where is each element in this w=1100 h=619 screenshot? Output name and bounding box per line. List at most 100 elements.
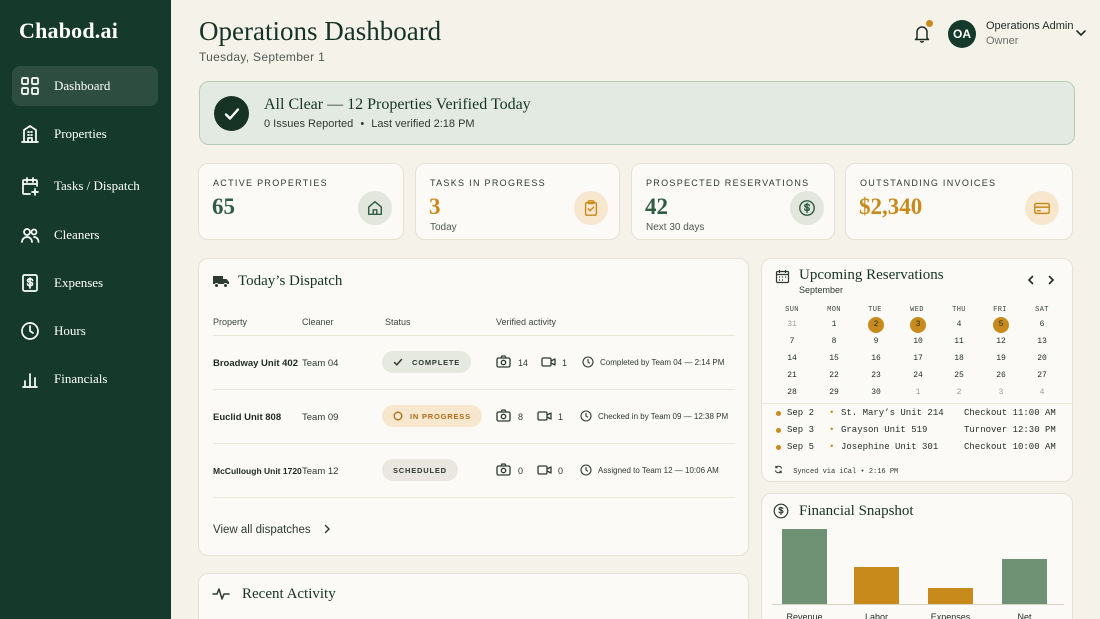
brand-logo[interactable]: Chabod.ai xyxy=(19,18,118,44)
nav-item-hours[interactable]: Hours xyxy=(12,311,158,351)
reservation-dot xyxy=(776,428,781,433)
stat-card-active-properties[interactable]: ACTIVE PROPERTIES 65 xyxy=(198,163,404,240)
calendar-day[interactable]: 16 xyxy=(868,351,884,367)
calendar-plus-icon xyxy=(20,176,40,196)
stat-note: Today xyxy=(430,222,457,233)
calendar-day[interactable]: 30 xyxy=(868,385,884,401)
weekday-header: THU xyxy=(952,306,966,314)
calendar-day[interactable]: 8 xyxy=(826,334,842,350)
bar-revenue[interactable] xyxy=(782,529,827,604)
avatar[interactable]: OA xyxy=(948,20,976,48)
last-verified: Last verified 2:18 PM xyxy=(371,118,475,130)
table-row[interactable]: Euclid Unit 808 Team 09 IN PROGRESS 8 1 … xyxy=(213,389,735,443)
bar-labor[interactable] xyxy=(854,567,899,604)
calendar-day[interactable]: 21 xyxy=(784,368,800,384)
video-icon xyxy=(541,357,556,367)
nav-item-label: Cleaners xyxy=(54,227,100,242)
nav-item-tasks-dispatch[interactable]: Tasks / Dispatch xyxy=(12,166,158,206)
activity-note: Assigned to Team 12 — 10:06 AM xyxy=(598,466,719,475)
calendar-day[interactable]: 11 xyxy=(951,334,967,350)
calendar-day[interactable]: 4 xyxy=(951,317,967,333)
table-row[interactable]: McCullough Unit 1720 Team 12 SCHEDULED 0… xyxy=(213,443,735,497)
calendar-day[interactable]: 23 xyxy=(868,368,884,384)
calendar-day[interactable]: 5 xyxy=(993,317,1009,333)
users-icon xyxy=(20,225,40,245)
calendar-day[interactable]: 12 xyxy=(993,334,1009,350)
calendar-day[interactable]: 9 xyxy=(868,334,884,350)
calendar-day[interactable]: 22 xyxy=(826,368,842,384)
calendar-day[interactable]: 4 xyxy=(1034,385,1050,401)
bar-net[interactable] xyxy=(1002,559,1047,604)
column-header-cleaner[interactable]: Cleaner xyxy=(302,317,334,327)
stat-card-prospected-reservations[interactable]: PROSPECTED RESERVATIONS 42 Next 30 days xyxy=(631,163,835,240)
stat-card-outstanding-invoices[interactable]: OUTSTANDING INVOICES $2,340 xyxy=(845,163,1073,240)
nav-item-properties[interactable]: Properties xyxy=(12,114,158,154)
calendar-day[interactable]: 28 xyxy=(784,385,800,401)
calendar-day[interactable]: 13 xyxy=(1034,334,1050,350)
house-icon xyxy=(358,191,392,225)
stat-card-tasks-in-progress[interactable]: TASKS IN PROGRESS 3 Today xyxy=(415,163,620,240)
column-header-verified-activity[interactable]: Verified activity xyxy=(496,317,556,327)
sync-text: Synced via iCal • 2:16 PM xyxy=(793,468,899,476)
calendar-day[interactable]: 18 xyxy=(951,351,967,367)
chevron-down-icon[interactable] xyxy=(1075,27,1087,39)
calendar-day[interactable]: 29 xyxy=(826,385,842,401)
calendar-day[interactable]: 2 xyxy=(951,385,967,401)
calendar-day[interactable]: 26 xyxy=(993,368,1009,384)
calendar-day[interactable]: 15 xyxy=(826,351,842,367)
page-date: Tuesday, September 1 xyxy=(199,50,326,64)
table-row[interactable]: Broadway Unit 402 Team 04 COMPLETE 14 1 … xyxy=(213,335,735,389)
photo-count: 8 xyxy=(518,412,524,422)
bar-chart-icon xyxy=(20,369,40,389)
nav-item-dashboard[interactable]: Dashboard xyxy=(12,66,158,106)
calendar-day[interactable]: 20 xyxy=(1034,351,1050,367)
status-badge: COMPLETE xyxy=(382,351,472,373)
calendar-day[interactable]: 3 xyxy=(993,385,1009,401)
user-name[interactable]: Operations Admin xyxy=(986,20,1073,32)
financial-panel: Financial Snapshot Revenue Labor Expenses N… xyxy=(761,493,1073,619)
column-header-status[interactable]: Status xyxy=(385,317,411,327)
calendar-day[interactable]: 6 xyxy=(1034,317,1050,333)
calendar-day[interactable]: 17 xyxy=(910,351,926,367)
bar-expenses[interactable] xyxy=(928,587,973,604)
calendar-day[interactable]: 2 xyxy=(868,317,884,333)
calendar-day[interactable]: 31 xyxy=(784,317,800,333)
calendar-day[interactable]: 27 xyxy=(1034,368,1050,384)
column-header-property[interactable]: Property xyxy=(213,317,247,327)
grid-icon xyxy=(20,76,40,96)
reservation-event: Checkout 11:00 AM xyxy=(964,408,1056,418)
property-name: Broadway Unit 402 xyxy=(213,358,298,369)
camera-icon xyxy=(496,463,511,476)
calendar-day[interactable]: 10 xyxy=(910,334,926,350)
reservation-bullet: • xyxy=(829,425,835,435)
calendar-day[interactable]: 24 xyxy=(910,368,926,384)
status-badge: IN PROGRESS xyxy=(382,405,482,427)
weekday-header: MON xyxy=(827,306,841,314)
nav-item-label: Properties xyxy=(54,126,107,141)
property-name: Euclid Unit 808 xyxy=(213,412,282,423)
nav-item-expenses[interactable]: Expenses xyxy=(12,263,158,303)
nav-item-financials[interactable]: Financials xyxy=(12,359,158,399)
reservation-date: Sep 2 xyxy=(787,408,815,418)
calendar-day[interactable]: 25 xyxy=(951,368,967,384)
view-all-dispatches-link[interactable]: View all dispatches xyxy=(213,524,332,536)
calendar-day[interactable]: 14 xyxy=(784,351,800,367)
clock-icon xyxy=(20,321,40,341)
calendar-day[interactable]: 7 xyxy=(784,334,800,350)
nav-item-cleaners[interactable]: Cleaners xyxy=(12,215,158,255)
status-banner: All Clear — 12 Properties Verified Today… xyxy=(199,81,1075,145)
building-icon xyxy=(20,124,40,144)
chevron-right-icon[interactable] xyxy=(1046,275,1056,285)
calendar-day[interactable]: 19 xyxy=(993,351,1009,367)
calendar-day[interactable]: 3 xyxy=(910,317,926,333)
weekday-header: FRI xyxy=(993,306,1007,314)
dispatch-title: Today’s Dispatch xyxy=(238,273,343,289)
dollar-circle-icon xyxy=(773,503,789,519)
reservation-unit: St. Mary’s Unit 214 xyxy=(841,408,944,418)
video-count: 0 xyxy=(558,466,564,476)
stat-value: 65 xyxy=(212,194,235,219)
calendar-day[interactable]: 1 xyxy=(910,385,926,401)
clipboard-check-icon xyxy=(574,191,608,225)
calendar-day[interactable]: 1 xyxy=(826,317,842,333)
chevron-left-icon[interactable] xyxy=(1026,275,1036,285)
